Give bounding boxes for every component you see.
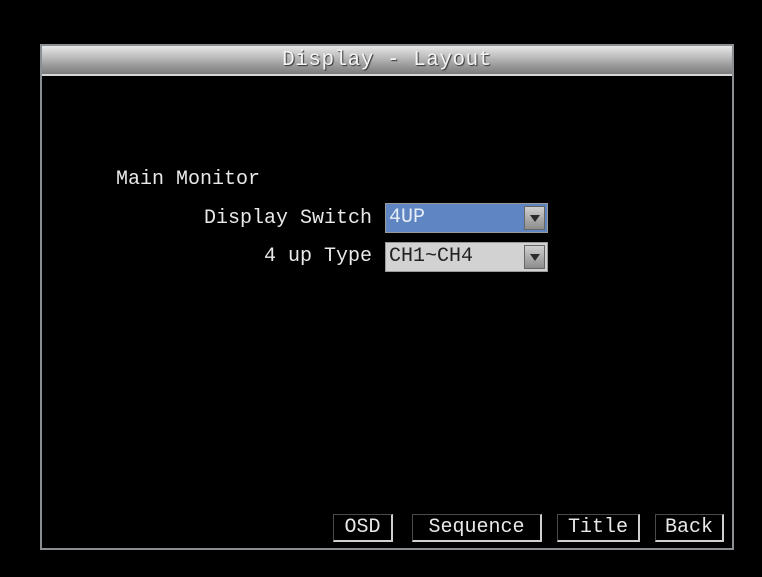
- osd-button[interactable]: OSD: [333, 514, 393, 542]
- display-switch-label: Display Switch: [203, 207, 372, 230]
- window-title: Display - Layout: [282, 49, 492, 72]
- four-up-type-value: CH1~CH4: [389, 245, 474, 268]
- four-up-type-select[interactable]: CH1~CH4: [385, 242, 548, 272]
- title-button[interactable]: Title: [557, 514, 640, 542]
- chevron-down-icon[interactable]: [524, 206, 545, 230]
- back-button[interactable]: Back: [655, 514, 724, 542]
- sequence-button[interactable]: Sequence: [412, 514, 542, 542]
- title-bar: Display - Layout: [42, 46, 732, 76]
- layout-dialog: Display - Layout Main Monitor Display Sw…: [40, 44, 734, 550]
- display-switch-select[interactable]: 4UP: [385, 203, 548, 233]
- display-switch-value: 4UP: [389, 206, 426, 229]
- section-label-main-monitor: Main Monitor: [116, 168, 261, 191]
- chevron-down-icon[interactable]: [524, 245, 545, 269]
- four-up-type-label: 4 up Type: [263, 245, 372, 268]
